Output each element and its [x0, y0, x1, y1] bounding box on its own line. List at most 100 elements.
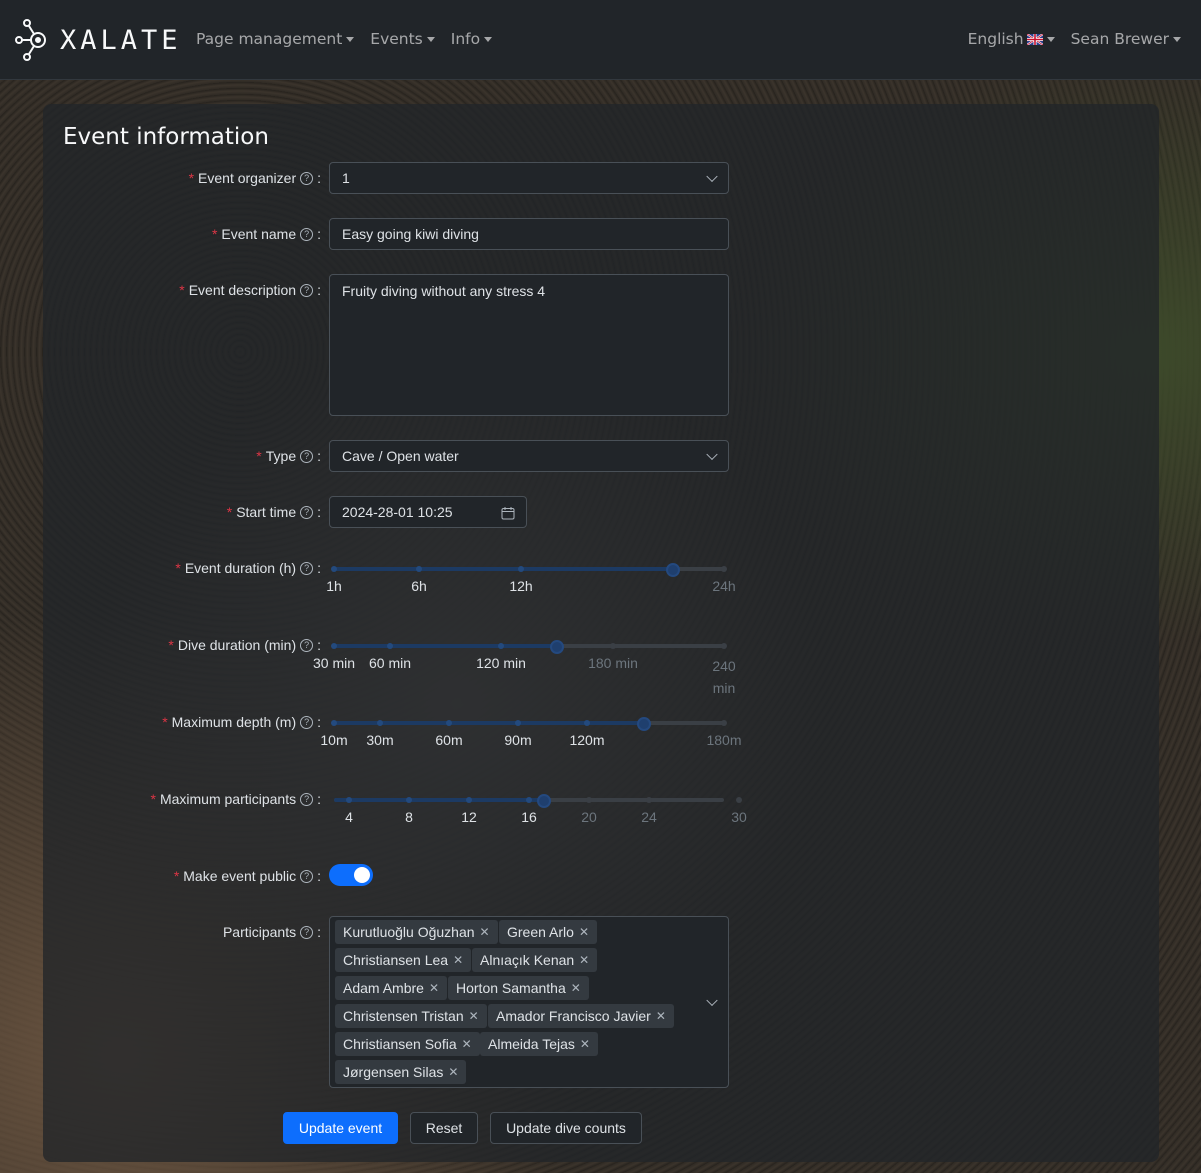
label-colon: :: [317, 448, 321, 464]
help-icon[interactable]: ?: [300, 925, 314, 939]
organizer-label-text: Event organizer: [198, 170, 297, 186]
help-icon[interactable]: ?: [300, 449, 314, 463]
start-time-label: * Start time?:: [227, 504, 321, 520]
slider-handle[interactable]: [637, 717, 651, 731]
required-marker: *: [188, 170, 195, 186]
participant-name: Alnıaçık Kenan: [480, 952, 575, 968]
help-icon[interactable]: ?: [300, 283, 314, 297]
help-icon[interactable]: ?: [300, 869, 314, 883]
slider-dot: [331, 566, 337, 572]
close-icon[interactable]: ✕: [571, 981, 581, 995]
required-marker: *: [162, 714, 168, 730]
update-event-button[interactable]: Update event: [283, 1112, 398, 1144]
required-marker: *: [226, 504, 233, 520]
slider-dot: [584, 720, 590, 726]
label-colon: :: [317, 924, 321, 940]
slider-mark: 30m: [366, 732, 394, 748]
caret-down-icon: [1173, 36, 1181, 42]
max-depth-slider[interactable]: 10m 30m 60m 90m 120m 180m: [320, 715, 742, 765]
close-icon[interactable]: ✕: [462, 1037, 472, 1051]
slider-mark: 180 min: [588, 655, 638, 671]
close-icon[interactable]: ✕: [448, 1065, 458, 1079]
close-icon[interactable]: ✕: [579, 925, 589, 939]
close-icon[interactable]: ✕: [656, 1009, 666, 1023]
help-icon[interactable]: ?: [300, 171, 314, 185]
max-participants-slider[interactable]: 4 8 12 16 20 24 30: [334, 792, 747, 842]
navbar: XALATE Page management Events Info Engli…: [0, 0, 1201, 80]
help-icon[interactable]: ?: [300, 227, 314, 241]
event-name-label-text: Event name: [221, 226, 297, 242]
dive-duration-slider[interactable]: 30 min 60 min 120 min 180 min 240 min: [313, 638, 736, 696]
type-select[interactable]: Cave / Open water: [329, 440, 729, 472]
slider-dot: [526, 797, 532, 803]
slider-mark: 24h: [712, 578, 736, 594]
event-duration-slider[interactable]: 1h 6h 12h 24h: [326, 561, 736, 611]
slider-mark: 120m: [569, 732, 605, 748]
update-dive-counts-button[interactable]: Update dive counts: [490, 1112, 642, 1144]
slider-dot: [406, 797, 412, 803]
description-label: * Event description?:: [179, 282, 321, 298]
description-textarea[interactable]: Fruity diving without any stress 4: [329, 274, 729, 416]
help-icon[interactable]: ?: [300, 505, 314, 519]
slider-handle[interactable]: [537, 794, 551, 808]
required-marker: *: [175, 560, 181, 576]
nav-info[interactable]: Info: [451, 30, 493, 48]
close-icon[interactable]: ✕: [480, 925, 490, 939]
caret-down-icon: [1046, 36, 1055, 42]
label-colon: :: [317, 170, 321, 186]
max-participants-label: * Maximum participants?:: [151, 791, 322, 807]
slider-handle[interactable]: [550, 640, 564, 654]
nav-page-management[interactable]: Page management: [196, 30, 355, 48]
close-icon[interactable]: ✕: [469, 1009, 479, 1023]
max-depth-label-text: Maximum depth (m): [171, 714, 297, 730]
nav-events[interactable]: Events: [370, 30, 435, 48]
participant-name: Almeida Tejas: [488, 1036, 575, 1052]
participant-tag: Christiansen Lea ✕: [335, 948, 472, 972]
participant-name: Christiansen Lea: [343, 952, 449, 968]
start-time-input[interactable]: 2024-28-01 10:25: [329, 496, 527, 528]
slider-track: [334, 644, 557, 648]
slider-handle[interactable]: [666, 563, 680, 577]
organizer-select[interactable]: 1: [329, 162, 729, 194]
slider-mark: 10m: [320, 732, 348, 748]
slider-dot: [586, 797, 592, 803]
slider-dot: [446, 720, 452, 726]
event-form-card: Event information * Event organizer?: 1 *…: [43, 104, 1159, 1162]
close-icon[interactable]: ✕: [453, 953, 463, 967]
user-dropdown[interactable]: Sean Brewer: [1071, 30, 1181, 48]
slider-track: [334, 567, 673, 571]
slider-dot: [377, 720, 383, 726]
slider-dot: [331, 720, 337, 726]
toggle-knob: [354, 867, 370, 883]
close-icon[interactable]: ✕: [580, 1037, 590, 1051]
help-icon[interactable]: ?: [300, 792, 314, 806]
slider-dot: [610, 643, 616, 649]
language-dropdown[interactable]: English: [968, 30, 1055, 48]
close-icon[interactable]: ✕: [579, 953, 589, 967]
public-toggle[interactable]: [329, 864, 373, 886]
participant-name: Christiansen Sofia: [343, 1036, 457, 1052]
help-icon[interactable]: ?: [300, 638, 314, 652]
participant-name: Adam Ambre: [343, 980, 424, 996]
chevron-down-icon: [706, 170, 718, 183]
slider-dot: [518, 566, 524, 572]
reset-button[interactable]: Reset: [410, 1112, 478, 1144]
slider-mark: 30: [731, 809, 747, 825]
uk-flag-icon: [1026, 33, 1043, 45]
brand-logo[interactable]: XALATE: [14, 18, 182, 62]
slider-dot: [721, 566, 727, 572]
participant-name: Horton Samantha: [456, 980, 566, 996]
participant-name: Kurutluoğlu Oğuzhan: [343, 924, 475, 940]
chevron-down-icon[interactable]: [706, 994, 718, 1007]
participants-multiselect[interactable]: Kurutluoğlu Oğuzhan ✕ Green Arlo ✕ Christi…: [329, 916, 729, 1088]
help-icon[interactable]: ?: [300, 715, 314, 729]
language-label: English: [967, 30, 1024, 48]
calendar-icon[interactable]: [501, 506, 515, 520]
help-icon[interactable]: ?: [300, 561, 314, 575]
description-value: Fruity diving without any stress 4: [342, 283, 546, 299]
slider-dot: [466, 797, 472, 803]
event-name-input[interactable]: Easy going kiwi diving: [329, 218, 729, 250]
max-participants-label-text: Maximum participants: [159, 791, 297, 807]
label-colon: :: [317, 560, 321, 576]
close-icon[interactable]: ✕: [429, 981, 439, 995]
